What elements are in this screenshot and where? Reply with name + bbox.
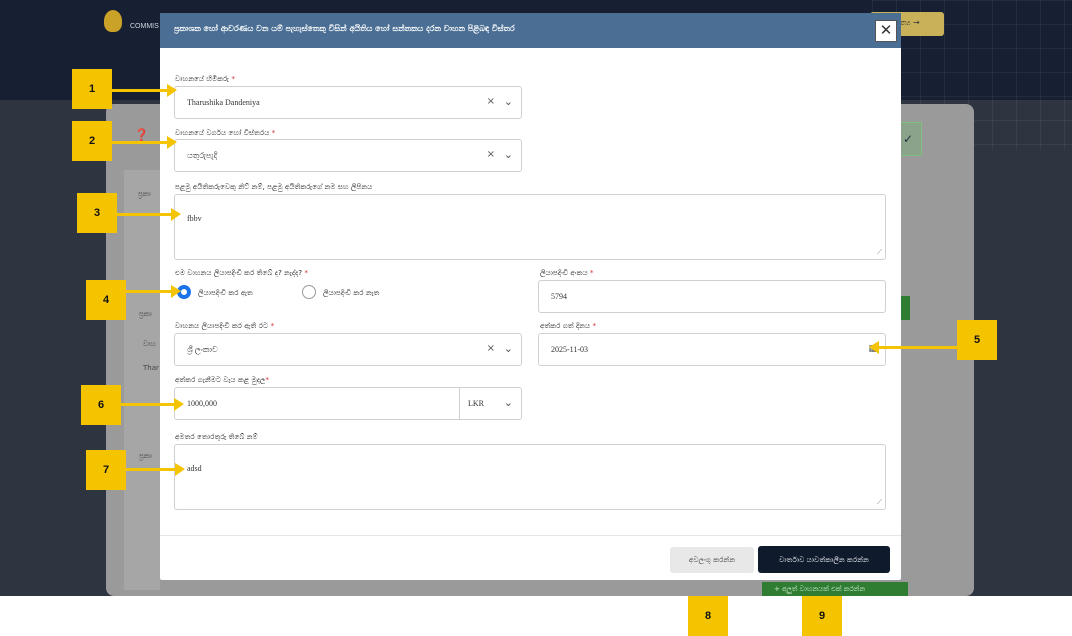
vehicle-type-select[interactable]: යතුරුපැදි × ⌄ <box>174 139 522 172</box>
chevron-down-icon[interactable]: ⌄ <box>504 396 513 409</box>
annotation-2: 2 <box>72 121 112 161</box>
annotation-3: 3 <box>77 193 117 233</box>
check-icon: ✓ <box>898 122 922 156</box>
annotation-arrow-7 <box>126 463 185 476</box>
clear-icon[interactable]: × <box>487 96 495 107</box>
annotation-6: 6 <box>81 385 121 425</box>
cancel-button[interactable]: අවලංගු කරන්න <box>670 547 754 573</box>
modal-header: ප්‍රකාශක හෝ ආවරණය වන යම් පැහැස්තෙකු විසි… <box>160 13 901 48</box>
annotation-arrow-3 <box>117 208 181 221</box>
annotation-9: 9 <box>802 596 842 636</box>
price-value: 1000,000 <box>187 399 217 408</box>
reg-country-select[interactable]: ශ්‍රී ලංකාව × ⌄ <box>174 333 522 366</box>
annotation-arrow-1 <box>112 84 177 97</box>
close-icon[interactable]: ✕ <box>875 20 897 42</box>
side-text-5: ප්‍රකා <box>139 452 152 460</box>
currency-value: LKR <box>468 399 484 408</box>
currency-select[interactable]: LKR ⌄ <box>459 387 522 420</box>
chevron-down-icon[interactable]: ⌄ <box>504 342 513 355</box>
registered-no-label: ලියාපදිංචි කර නැත <box>323 288 380 297</box>
acquired-date-input[interactable]: 2025-11-03 ▦ <box>538 333 886 366</box>
emblem-logo-icon <box>104 10 122 32</box>
vehicle-details-modal: ප්‍රකාශක හෝ ආවරණය වන යම් පැහැස්තෙකු විසි… <box>160 13 901 580</box>
registered-yes-label: ලියාපදිංචි කර ඇත <box>198 288 253 297</box>
first-owner-value: fbbv <box>187 214 202 223</box>
annotation-arrow-5 <box>869 341 957 354</box>
modal-title: ප්‍රකාශක හෝ ආවරණය වන යම් පැහැස්තෙකු විසි… <box>174 24 515 33</box>
notes-value: adsd <box>187 464 202 473</box>
chevron-down-icon[interactable]: ⌄ <box>504 95 513 108</box>
price-label: අත්කර ගැනීමට වැය කළ මුදල* <box>175 375 269 384</box>
registered-no-radio[interactable] <box>302 285 316 299</box>
reg-country-label: වාහනය ලියාපදිංචි කර ඇති රට * <box>175 321 275 330</box>
add-vehicle-button[interactable]: + අලුත් වාහනයක් එක් කරන්න <box>762 582 908 596</box>
acquired-date-value: 2025-11-03 <box>551 345 589 354</box>
owner-label: වාහනයේ හිමිකරු * <box>175 74 235 83</box>
vehicle-type-value: යතුරුපැදි <box>187 151 218 160</box>
price-input[interactable]: 1000,000 <box>174 387 460 420</box>
update-report-button[interactable]: වාර්තාව යාවත්කාලීන කරන්න <box>758 546 890 573</box>
annotation-7: 7 <box>86 450 126 490</box>
annotation-arrow-2 <box>112 136 177 149</box>
footer-divider <box>160 535 901 536</box>
annotation-arrow-4 <box>126 285 181 298</box>
side-text-2: ප්‍රකා <box>139 310 152 318</box>
background-side-panel <box>124 170 160 590</box>
resize-handle-icon[interactable]: ⟋ <box>877 248 882 257</box>
reg-number-label: ලියාපදිංචි අංකය * <box>540 268 594 277</box>
reg-number-value: 5794 <box>551 292 567 301</box>
first-owner-textarea[interactable]: fbbv ⟋ <box>174 194 886 260</box>
side-text-1: ප්‍රකා <box>138 190 151 198</box>
owner-value: Tharushika Dandeniya <box>187 98 260 107</box>
vehicle-type-label: වාහනයේ වර්ගය හෝ විස්තරය * <box>175 128 276 137</box>
annotation-1: 1 <box>72 69 112 109</box>
first-owner-label: පළමු අයිතිකරුවෙකු නිට් නම්, පළමු අයිතිකර… <box>175 182 373 191</box>
chevron-down-icon[interactable]: ⌄ <box>504 148 513 161</box>
clear-icon[interactable]: × <box>487 343 495 354</box>
notes-textarea[interactable]: adsd ⟋ <box>174 444 886 510</box>
reg-number-input[interactable]: 5794 <box>538 280 886 313</box>
annotation-4: 4 <box>86 280 126 320</box>
side-text-4: Thar <box>143 364 159 372</box>
clear-icon[interactable]: × <box>487 149 495 160</box>
reg-country-value: ශ්‍රී ලංකාව <box>187 345 218 354</box>
notes-label: අමතර තොරතුරු තිබේ නම් <box>175 432 258 441</box>
owner-select[interactable]: Tharushika Dandeniya × ⌄ <box>174 86 522 119</box>
registered-label: එම වාහනය ලියාපදිංචි කර තිබේ ද? නැද්ද? * <box>175 268 308 277</box>
resize-handle-icon[interactable]: ⟋ <box>877 498 882 507</box>
annotation-5: 5 <box>957 320 997 360</box>
commission-logo-text: COMMIS <box>130 23 159 30</box>
annotation-8: 8 <box>688 596 728 636</box>
annotation-arrow-6 <box>121 398 184 411</box>
side-text-3: වාහ <box>143 340 156 348</box>
acquired-date-label: අත්කර ගත් දිනය * <box>540 321 597 330</box>
